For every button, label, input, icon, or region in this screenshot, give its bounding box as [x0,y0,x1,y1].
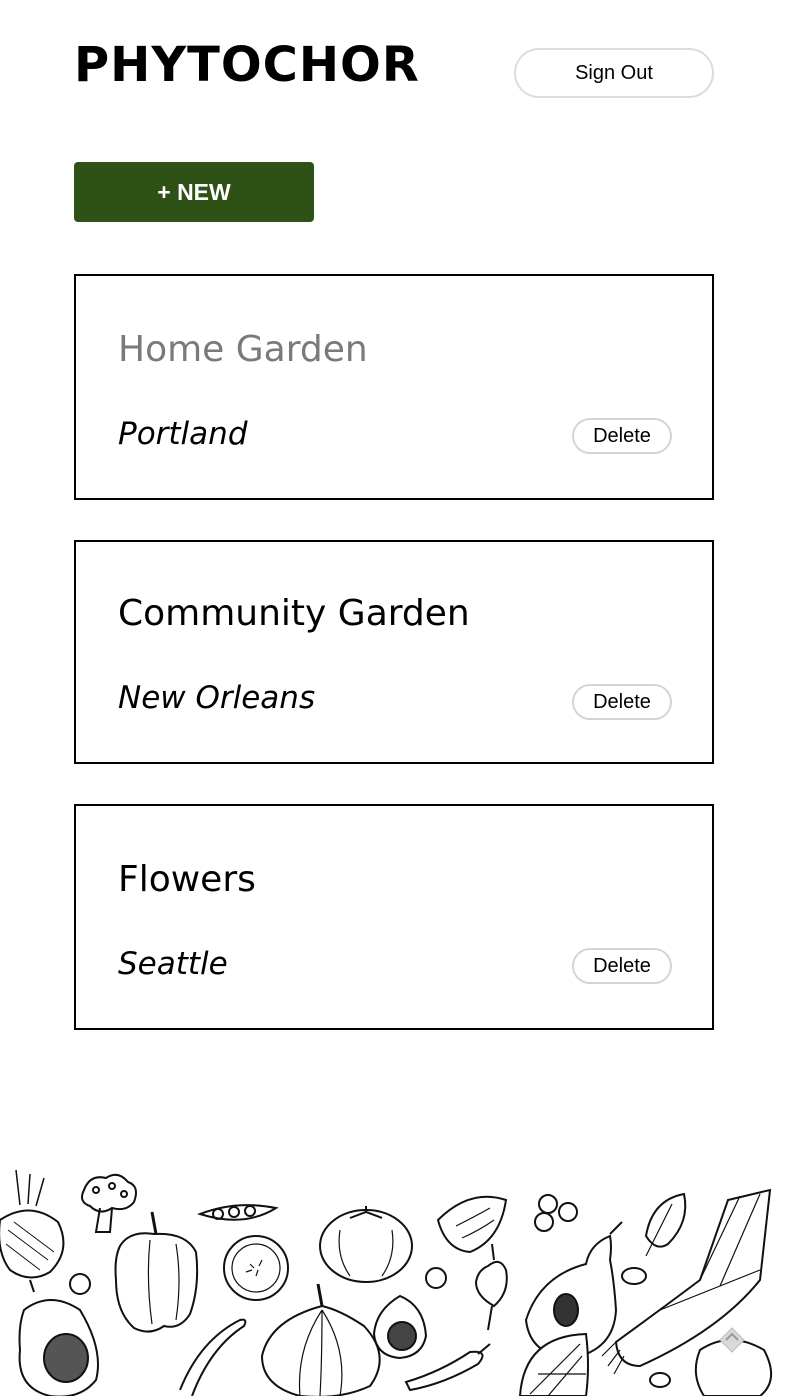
garden-location: Seattle [118,946,228,982]
garden-name[interactable]: Home Garden [118,328,368,372]
cucumber-slice-icon [223,1235,289,1301]
garden-card[interactable]: Flowers Seattle Delete [74,804,714,1030]
delete-button[interactable]: Delete [572,948,672,984]
chevron-up-icon [719,1327,745,1353]
peapod-icon [196,1204,279,1221]
vegetable-illustration [0,1160,788,1396]
fig-icon [372,1294,428,1360]
garden-card[interactable]: Home Garden Portland Delete [74,274,714,500]
beet-icon [0,1169,65,1293]
leaf-icon [644,1192,687,1257]
garden-name[interactable]: Flowers [118,858,256,902]
onion-icon [260,1283,381,1396]
scroll-to-top-button[interactable] [708,1316,756,1364]
avocado-icon [18,1299,99,1396]
garden-name[interactable]: Community Garden [118,592,470,636]
citrus-slice-icon [518,1332,589,1396]
broccoli-icon [81,1173,137,1233]
radish-icon [474,1243,508,1331]
garden-location: New Orleans [118,680,316,716]
delete-button[interactable]: Delete [572,418,672,454]
tomato-icon [319,1206,413,1283]
green-bean-icon [179,1318,247,1396]
garden-card[interactable]: Community Garden New Orleans Delete [74,540,714,764]
pepper-icon [114,1211,199,1333]
app-title: PHYTOCHOR [74,37,420,93]
new-garden-button[interactable]: + NEW [74,162,314,222]
tomato-slice-icon [436,1195,508,1254]
garden-location: Portland [118,416,248,452]
sign-out-button[interactable]: Sign Out [514,48,714,98]
delete-button[interactable]: Delete [572,684,672,720]
